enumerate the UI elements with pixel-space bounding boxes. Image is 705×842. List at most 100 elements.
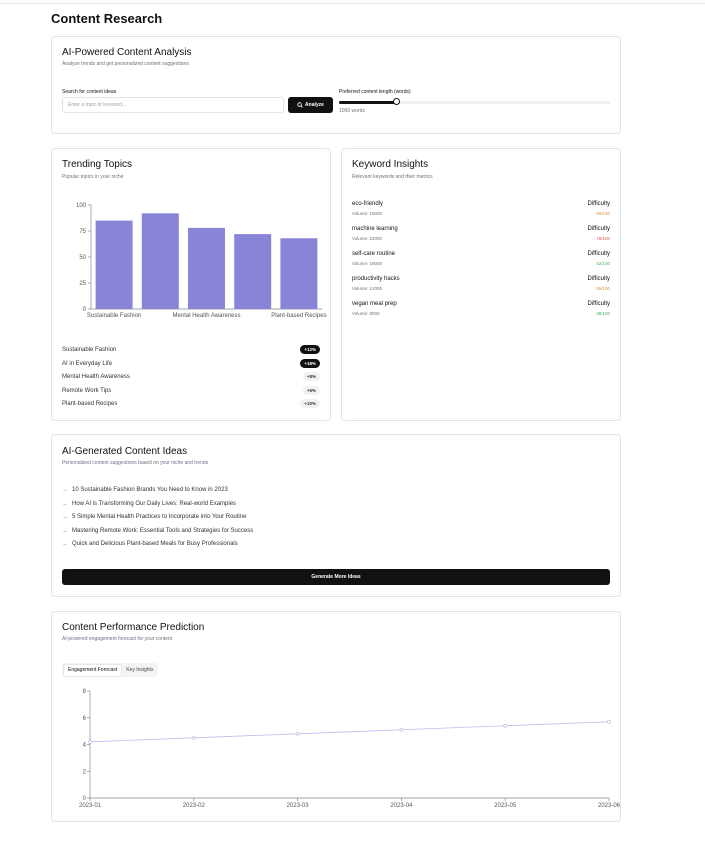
- length-label: Preferred content length (words): [339, 89, 411, 95]
- difficulty-value: 65/100: [596, 211, 610, 216]
- keyword-volume: Volume: 15000: [352, 211, 383, 216]
- keyword-item: self-care routine Volume: 18000 Difficulty…: [352, 251, 610, 273]
- y-tick-label: 50: [79, 255, 86, 261]
- keyword-name: machine learning: [352, 226, 398, 232]
- trend-name: Remote Work Tips: [62, 387, 112, 394]
- top-border: [0, 3, 705, 4]
- keywords-title: Keyword Insights: [352, 159, 429, 170]
- x-tick-label: Mental Health Awareness: [173, 313, 241, 319]
- series-line: [89, 721, 610, 743]
- data-point[interactable]: [88, 740, 92, 744]
- ideas-title: AI-Generated Content Ideas: [62, 446, 188, 457]
- y-tick-label: 100: [76, 203, 87, 209]
- trending-card: Trending Topics Popular topics in your n…: [51, 148, 331, 421]
- idea-item: → 10 Sustainable Fashion Brands You Need …: [62, 487, 228, 497]
- x-tick-label: Sustainable Fashion: [87, 313, 141, 319]
- idea-text: Mastering Remote Work: Essential Tools a…: [72, 527, 254, 534]
- data-point[interactable]: [192, 736, 196, 740]
- arrow-right-icon: →: [62, 541, 68, 547]
- data-point[interactable]: [399, 727, 404, 732]
- bar[interactable]: [141, 213, 179, 309]
- idea-text: Quick and Delicious Plant-based Meals fo…: [72, 541, 238, 547]
- keyword-volume: Volume: 9000: [352, 311, 380, 316]
- y-tick-label: 4: [83, 743, 87, 749]
- length-value: 1000 words: [339, 108, 365, 114]
- idea-item: → Quick and Delicious Plant-based Meals f…: [62, 541, 238, 551]
- x-tick-label: 2023-03: [287, 803, 310, 809]
- bar[interactable]: [280, 238, 318, 309]
- arrow-right-icon: →: [62, 514, 68, 520]
- idea-text: 5 Simple Mental Health Practices to Inco…: [72, 514, 247, 520]
- slider-thumb[interactable]: [393, 98, 401, 105]
- analyze-button[interactable]: Analyze: [288, 97, 333, 113]
- difficulty-label: Difficulty: [587, 226, 610, 232]
- x-tick-label: 2023-01: [79, 803, 102, 809]
- search-input[interactable]: [62, 97, 284, 113]
- trend-change-badge: +12%: [300, 345, 320, 354]
- idea-item: → How AI is Transforming Our Daily Lives:…: [62, 501, 236, 511]
- data-point[interactable]: [503, 723, 508, 728]
- trend-name: Mental Health Awareness: [62, 374, 130, 381]
- arrow-right-icon: →: [62, 500, 68, 507]
- data-point[interactable]: [607, 719, 611, 724]
- difficulty-value: 78/100: [596, 236, 610, 241]
- difficulty-label: Difficulty: [587, 276, 610, 282]
- trend-name: Sustainable Fashion: [62, 347, 117, 353]
- trend-item: Sustainable Fashion +12%: [62, 345, 320, 357]
- analysis-title: AI-Powered Content Analysis: [62, 47, 192, 58]
- difficulty-label: Difficulty: [587, 201, 610, 207]
- engagement-line-chart: 0 2 4 6 8 2023-01 2023-02 2023-03 2023-04 2023-05…: [79, 689, 621, 809]
- bar[interactable]: [234, 234, 272, 309]
- trend-change-badge: +8%: [302, 372, 320, 382]
- keywords-subtitle: Relevant keywords and their metrics: [352, 174, 433, 180]
- ideas-subtitle: Personalized content suggestions based o…: [62, 460, 209, 466]
- trend-item: Plant-based Recipes +10%: [62, 399, 320, 411]
- search-icon: [297, 102, 303, 108]
- difficulty-label: Difficulty: [587, 251, 610, 257]
- keyword-name: productivity hacks: [352, 276, 400, 282]
- trend-change-badge: +10%: [300, 399, 320, 409]
- ideas-card: AI-Generated Content Ideas Personalized …: [51, 434, 621, 597]
- keyword-volume: Volume: 22000: [352, 236, 383, 241]
- analysis-card: AI-Powered Content Analysis Analyze tren…: [51, 36, 621, 134]
- length-slider[interactable]: [339, 98, 611, 105]
- trend-change-badge: +5%: [302, 385, 320, 395]
- search-label: Search for content ideas: [62, 89, 117, 95]
- keyword-name: eco-friendly: [352, 201, 384, 207]
- data-point[interactable]: [295, 732, 300, 736]
- arrow-right-icon: →: [62, 487, 68, 493]
- performance-card: Content Performance Prediction AI-powere…: [51, 611, 621, 822]
- keyword-item: eco-friendly Volume: 15000 Difficulty 65/10…: [352, 201, 610, 223]
- difficulty-label: Difficulty: [587, 301, 610, 307]
- x-tick-label: 2023-02: [183, 803, 206, 809]
- x-tick-label: 2023-05: [494, 803, 517, 809]
- bar[interactable]: [95, 220, 133, 309]
- difficulty-value: 55/100: [596, 286, 610, 291]
- keyword-name: self-care routine: [352, 251, 396, 257]
- trending-bar-chart: 0255075100Sustainable Fashion Mental Heal…: [76, 203, 327, 319]
- analyze-label: Analyze: [305, 102, 324, 108]
- difficulty-value: 42/100: [596, 261, 610, 266]
- x-tick-label: 2023-06: [598, 803, 621, 809]
- y-tick-label: 0: [83, 796, 87, 802]
- keyword-volume: Volume: 18000: [352, 261, 383, 266]
- keyword-item: productivity hacks Volume: 12000 Difficult…: [352, 276, 610, 298]
- slider-fill: [339, 101, 397, 104]
- generate-ideas-button[interactable]: Generate More Ideas: [62, 569, 610, 585]
- y-tick-label: 25: [79, 281, 86, 287]
- trend-change-badge: +18%: [300, 358, 320, 368]
- trend-name: AI in Everyday Life: [62, 360, 113, 367]
- trend-item: AI in Everyday Life +18%: [62, 358, 320, 371]
- keyword-volume: Volume: 12000: [352, 286, 383, 291]
- bar[interactable]: [188, 227, 225, 309]
- y-tick-label: 6: [83, 716, 87, 722]
- y-tick-label: 75: [79, 229, 86, 235]
- arrow-right-icon: →: [62, 527, 68, 534]
- trend-name: Plant-based Recipes: [62, 401, 118, 408]
- idea-text: 10 Sustainable Fashion Brands You Need t…: [72, 487, 228, 493]
- idea-item: → 5 Simple Mental Health Practices to Inc…: [62, 514, 246, 524]
- analysis-subtitle: Analyze trends and get personalized cont…: [62, 61, 189, 67]
- idea-text: How AI is Transforming Our Daily Lives: …: [72, 500, 237, 507]
- x-tick-label: Plant-based Recipes: [271, 313, 326, 319]
- trend-item: Mental Health Awareness +8%: [62, 372, 320, 384]
